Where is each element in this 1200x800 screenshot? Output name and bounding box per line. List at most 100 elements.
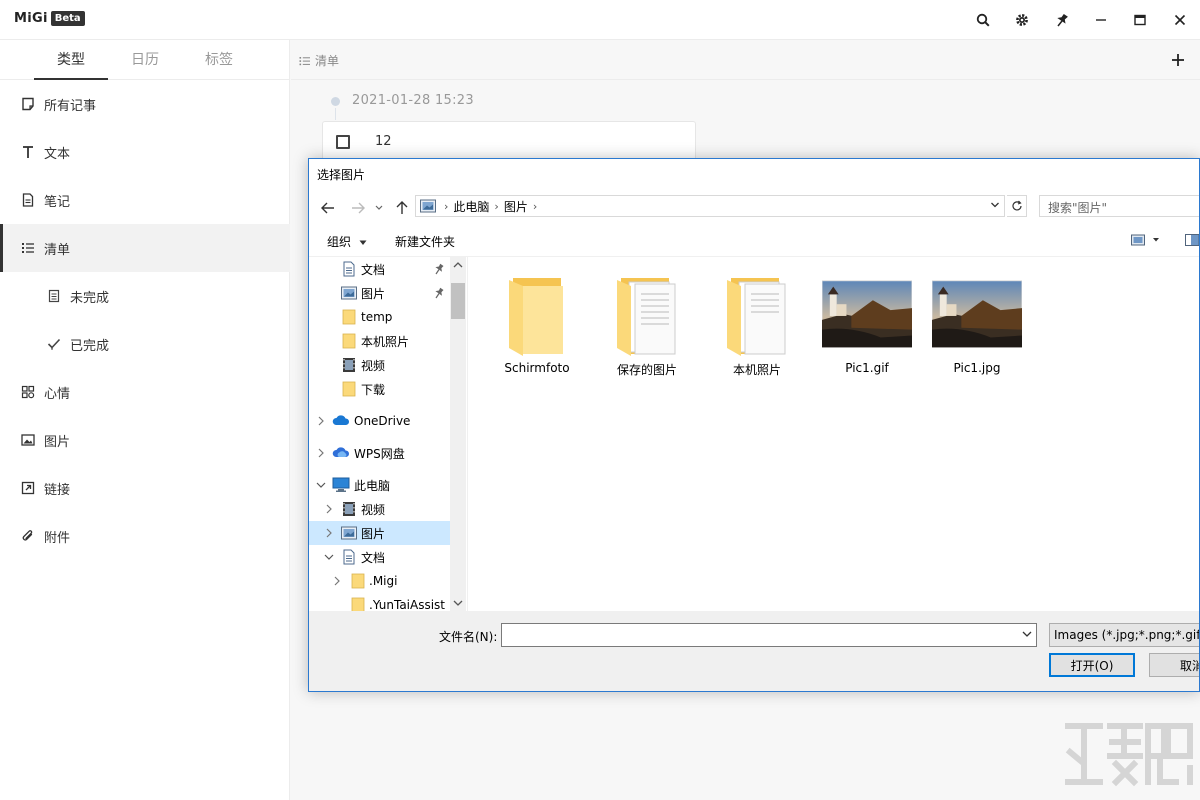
tree-item-this-pc[interactable]: 此电脑 (309, 473, 450, 497)
picture-library-icon (341, 285, 357, 301)
view-options-icon[interactable] (1131, 234, 1161, 249)
file-item-folder[interactable]: 本机照片 (704, 271, 810, 391)
sidebar-item-links[interactable]: 链接 (0, 464, 290, 512)
address-separator: › (532, 199, 538, 213)
search-icon[interactable] (971, 8, 995, 32)
open-button[interactable]: 打开(O) (1049, 653, 1135, 677)
forward-arrow-icon[interactable] (349, 199, 367, 217)
tree-label: 本机照片 (361, 334, 410, 349)
close-icon[interactable] (1168, 8, 1192, 32)
sidebar-item-label: 所有记事 (44, 98, 97, 114)
sidebar-item-attachments[interactable]: 附件 (0, 512, 290, 560)
chevron-down-icon[interactable] (1021, 628, 1033, 640)
chevron-right-icon[interactable] (315, 447, 327, 459)
sidebar-item-completed[interactable]: 已完成 (0, 320, 290, 368)
tree-item-pictures[interactable]: 图片 (309, 521, 450, 545)
navigation-pane: 文档 图片 temp 本机照片 视频 下载 OneDrive WPS网盘 此电脑… (309, 257, 466, 611)
timeline-line (335, 108, 336, 120)
refresh-icon[interactable] (1007, 195, 1027, 217)
file-item-folder[interactable]: Schirmfoto (484, 271, 590, 391)
chevron-right-icon[interactable] (315, 415, 327, 427)
folder-icon (350, 597, 366, 611)
tab-calendar[interactable]: 日历 (108, 40, 182, 80)
tree-item-onedrive[interactable]: OneDrive (309, 409, 450, 433)
tree-label: temp (361, 310, 393, 324)
up-arrow-icon[interactable] (393, 199, 411, 217)
sidebar-item-images[interactable]: 图片 (0, 416, 290, 464)
sidebar-item-checklist[interactable]: 清单 (0, 224, 290, 272)
new-folder-button[interactable]: 新建文件夹 (395, 233, 455, 250)
gear-icon[interactable] (1010, 8, 1034, 32)
command-bar: 组织 新建文件夹 (309, 225, 1199, 257)
tab-types[interactable]: 类型 (34, 40, 108, 80)
folder-icon (341, 333, 357, 349)
tree-item-temp[interactable]: temp (309, 305, 450, 329)
tree-item-local-photos[interactable]: 本机照片 (309, 329, 450, 353)
file-item-folder[interactable]: 保存的图片 (594, 271, 700, 391)
sidebar-item-label: 链接 (44, 482, 71, 498)
file-type-filter[interactable]: Images (*.jpg;*.png;*.gif;*. (1049, 623, 1199, 647)
add-icon[interactable] (1168, 50, 1188, 70)
tree-item-documents[interactable]: 文档 (309, 545, 450, 569)
preview-pane-icon[interactable] (1185, 234, 1199, 249)
sidebar-item-incomplete[interactable]: 未完成 (0, 272, 290, 320)
watermark-logo (1060, 712, 1200, 800)
chevron-down-icon[interactable] (323, 551, 335, 563)
cancel-button[interactable]: 取消 (1149, 653, 1199, 677)
back-arrow-icon[interactable] (319, 199, 337, 217)
chevron-right-icon[interactable] (323, 503, 335, 515)
minimize-icon[interactable] (1089, 8, 1113, 32)
scroll-down-icon[interactable] (450, 597, 466, 609)
recent-chevron-icon[interactable] (372, 199, 386, 217)
task-checkbox[interactable] (336, 135, 350, 149)
tree-item-downloads[interactable]: 下载 (309, 377, 450, 401)
folder-icon (350, 573, 366, 589)
cloud-icon (332, 445, 350, 461)
beta-badge: Beta (50, 11, 85, 26)
pin-icon[interactable] (1050, 8, 1074, 32)
search-input[interactable]: 搜索"图片" (1039, 195, 1199, 217)
tree-label: .YunTaiAssist (369, 598, 446, 611)
organize-button[interactable]: 组织 (327, 233, 367, 250)
address-segment-this-pc[interactable]: 此电脑 (453, 198, 489, 215)
filename-input[interactable] (501, 623, 1037, 647)
checklist-card: 12 (322, 121, 696, 161)
sidebar-item-all-notes[interactable]: 所有记事 (0, 80, 290, 128)
address-segment-pictures[interactable]: 图片 (504, 198, 528, 215)
tree-item-videos[interactable]: 视频 (309, 497, 450, 521)
tree-item-yuntaiassist[interactable]: .YunTaiAssist (309, 593, 450, 611)
task-text[interactable]: 12 (375, 134, 392, 149)
file-item-image[interactable]: Pic1.gif (814, 271, 920, 391)
address-dropdown-icon[interactable] (990, 200, 1000, 210)
scroll-up-icon[interactable] (450, 259, 466, 271)
sidebar-item-notes[interactable]: 笔记 (0, 176, 290, 224)
file-item-image[interactable]: Pic1.jpg (924, 271, 1030, 391)
breadcrumb-label: 清单 (315, 54, 340, 68)
tree-item-migi[interactable]: .Migi (309, 569, 450, 593)
chevron-right-icon[interactable] (331, 575, 343, 587)
filename-label: 文件名(N): (439, 630, 498, 644)
file-name: 本机照片 (732, 363, 781, 377)
check-icon (46, 336, 62, 352)
chevron-right-icon[interactable] (323, 527, 335, 539)
address-bar[interactable]: › 此电脑 › 图片 › (415, 195, 1005, 217)
scrollbar-thumb[interactable] (451, 283, 465, 319)
tree-label: 此电脑 (354, 478, 391, 493)
file-dialog: 选择图片 › 此电脑 › 图片 › 搜索"图片" 组织 新建文件夹 文档 图片 … (308, 158, 1200, 692)
maximize-icon[interactable] (1128, 8, 1152, 32)
file-name: 保存的图片 (616, 363, 677, 377)
sidebar-item-label: 心情 (44, 386, 71, 402)
cloud-icon (332, 413, 350, 429)
chevron-down-icon[interactable] (315, 479, 327, 491)
app-logo: MiGi Beta (14, 11, 85, 26)
dialog-title: 选择图片 (317, 168, 366, 182)
tree-item-pictures-quick[interactable]: 图片 (309, 281, 450, 305)
tree-label: 图片 (361, 286, 386, 301)
tab-tags[interactable]: 标签 (182, 40, 256, 80)
tree-item-videos-quick[interactable]: 视频 (309, 353, 450, 377)
sidebar-item-mood[interactable]: 心情 (0, 368, 290, 416)
tree-item-wps-drive[interactable]: WPS网盘 (309, 441, 450, 465)
tree-item-documents-quick[interactable]: 文档 (309, 257, 450, 281)
picture-library-icon (420, 199, 436, 213)
sidebar-item-text[interactable]: 文本 (0, 128, 290, 176)
